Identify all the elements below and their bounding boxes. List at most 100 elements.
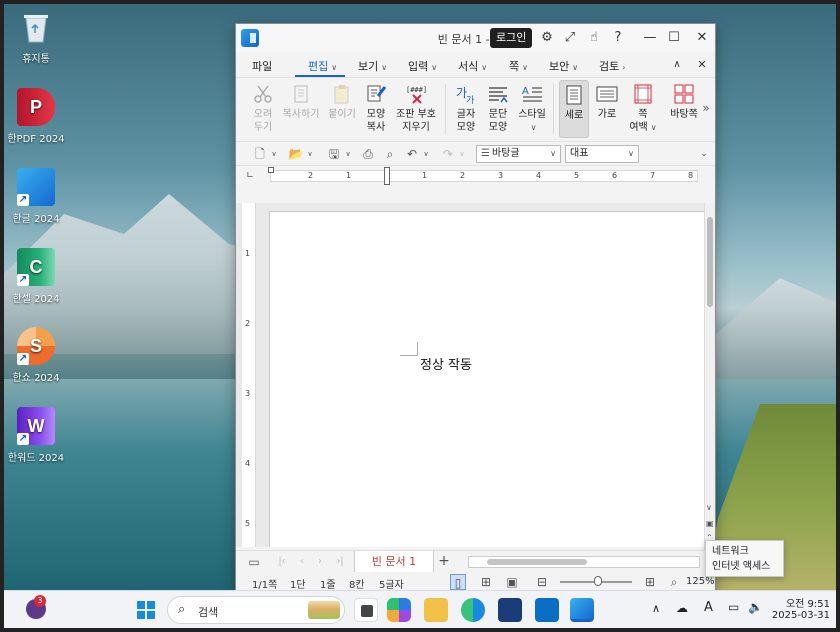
onedrive-icon[interactable]: ☁ [676,601,688,615]
document-area: 1 2 3 4 5 정상 작동 [236,203,706,547]
zoom-search-icon[interactable]: ⌕ [666,574,682,590]
landscape-button[interactable]: 가로 [592,80,622,138]
style-button[interactable]: A 스타일 ∨ [516,80,548,138]
portrait-button[interactable]: 세로 [559,80,589,138]
network-icon[interactable]: ▭ [728,600,739,614]
touch-mode-icon[interactable]: ☝ [584,28,604,48]
zoom-level[interactable]: 125% [686,576,715,587]
menu-edit[interactable]: 편집 ∨ [308,58,337,74]
volume-icon[interactable]: 🔈 [748,600,763,614]
ime-indicator[interactable]: A [704,600,713,615]
page-margin-button[interactable]: 쪽 여백 ∨ [628,80,658,138]
document-body-text[interactable]: 정상 작동 [420,354,472,373]
chevron-down-icon[interactable]: ∨ [418,146,434,162]
settings-gear-icon[interactable]: ⚙ [537,28,557,48]
cut-button[interactable]: 오려 두기 [248,80,278,138]
vertical-ruler[interactable]: 1 2 3 4 5 [242,203,256,547]
chevron-down-icon[interactable]: ∨ [340,146,356,162]
tooltip-line1: 네트워크 [712,546,749,557]
document-tab[interactable]: 빈 문서 1 [354,551,434,572]
clock-date[interactable]: 2025-03-31 [770,610,830,621]
desktop-icon-hangul[interactable]: ↗ 한글 2024 [4,168,68,225]
indent-marker-icon[interactable] [384,167,390,185]
print-icon[interactable]: ⎙ [360,146,376,162]
char-shape-icon: 가가 [455,83,477,106]
title-bar[interactable]: 빈 문서 1 - 호글 로그인 ⚙ ⤢ ☝ ? — ☐ ✕ [236,24,715,52]
add-tab-button[interactable]: + [436,553,452,569]
ribbon-more-icon[interactable]: » [696,98,716,118]
horizontal-ruler[interactable]: ∟ 2 1 1 2 3 4 5 6 7 8 [236,166,715,186]
document-page[interactable]: 정상 작동 [269,211,706,547]
chevron-down-icon[interactable]: ∨ [454,146,470,162]
font-select[interactable]: 대표 ∨ [565,145,639,163]
menu-page-label: 쪽 [509,60,520,73]
page-nav-icon[interactable]: ▣ [706,519,714,528]
maximize-button[interactable]: ☐ [664,28,684,48]
format-painter-icon [365,83,387,105]
help-icon[interactable]: ? [608,28,628,48]
last-tab-icon[interactable]: ›| [332,554,348,570]
chevron-down-icon[interactable]: ∨ [302,146,318,162]
tray-overflow-icon[interactable]: ∧ [652,602,660,615]
status-page[interactable]: 1/1쪽 [252,576,277,591]
desktop-icon-hanword[interactable]: W ↗ 한워드 2024 [4,407,68,464]
prev-tab-icon[interactable]: ‹ [294,554,310,570]
menu-view[interactable]: 보기 ∨ [358,58,387,74]
desktop-icon-recycle-bin[interactable]: 휴지통 [4,8,68,65]
format-painter-button[interactable]: 모양 복사 [361,80,391,138]
horizontal-scrollbar[interactable] [468,556,700,568]
menu-page[interactable]: 쪽 ∨ [509,58,528,74]
horizontal-scrollbar-thumb[interactable] [487,559,587,565]
desktop-icon-hanpdf[interactable]: P 한PDF 2024 [4,88,68,145]
hancell-icon: C ↗ [17,248,55,286]
page-view-icon[interactable]: ⊞ [478,574,494,590]
outlook-icon[interactable] [535,598,559,622]
hangul-taskbar-icon[interactable] [570,598,594,622]
style-select[interactable]: ☰ 바탕글 ∨ [476,145,561,163]
first-tab-icon[interactable]: |‹ [274,554,290,570]
desktop-icon-label: 한쇼 2024 [12,373,60,384]
menu-security[interactable]: 보안 ∨ [549,58,578,74]
zoom-out-icon[interactable]: ⊟ [534,574,550,590]
zoom-slider-thumb[interactable] [594,576,602,586]
next-tab-icon[interactable]: › [312,554,328,570]
copy-button[interactable]: 복사하기 [280,80,322,138]
collapse-ribbon-icon[interactable]: ∧ [667,55,687,75]
tab-list-icon[interactable]: ▭ [246,554,262,570]
paste-button[interactable]: 붙이기 [326,80,358,138]
close-ribbon-icon[interactable]: ✕ [692,55,712,75]
desktop-icon-hanshow[interactable]: S ↗ 한쇼 2024 [4,327,68,384]
microsoft-store-icon[interactable] [498,598,522,622]
char-shape-button[interactable]: 가가 글자 모양 [452,80,480,138]
task-view-icon[interactable] [354,598,378,622]
menu-review[interactable]: 검토 › [599,58,625,74]
scroll-down-icon[interactable]: ∨ [706,503,712,512]
left-margin-marker-icon[interactable] [268,167,274,173]
fullscreen-icon[interactable]: ⤢ [560,28,580,48]
desktop-icon-hancell[interactable]: C ↗ 한셀 2024 [4,248,68,305]
zoom-in-icon[interactable]: ⊞ [642,574,658,590]
file-explorer-icon[interactable] [424,598,448,622]
fit-page-icon[interactable]: ▣ [504,574,520,590]
copilot-icon[interactable] [387,598,411,622]
login-button[interactable]: 로그인 [490,28,533,48]
shortcut-arrow-icon: ↗ [17,274,29,286]
menu-format[interactable]: 서식 ∨ [458,58,487,74]
clear-codes-button[interactable]: [###] 조판 부호 지우기 [395,80,437,138]
tab-stop-icon[interactable]: ∟ [242,168,258,184]
clock-time[interactable]: 오전 9:51 [776,595,830,610]
start-windows-icon[interactable] [134,598,158,622]
toolbar-expand-icon[interactable]: ⌄ [696,146,712,162]
chevron-down-icon[interactable]: ∨ [266,146,282,162]
vertical-scrollbar-thumb[interactable] [707,217,713,307]
normal-view-icon[interactable]: ▯ [450,574,466,590]
taskbar-search[interactable]: ⌕ 검색 [167,596,345,624]
close-button[interactable]: ✕ [692,28,712,48]
menu-file[interactable]: 파일 [252,58,272,74]
edge-browser-icon[interactable] [461,598,485,622]
vertical-scrollbar[interactable]: ∨ ▣ ⌃ [704,203,715,563]
menu-insert[interactable]: 입력 ∨ [408,58,437,74]
para-shape-button[interactable]: 문단 모양 [484,80,512,138]
print-preview-icon[interactable]: ⌕ [382,146,398,162]
minimize-button[interactable]: — [640,28,660,48]
